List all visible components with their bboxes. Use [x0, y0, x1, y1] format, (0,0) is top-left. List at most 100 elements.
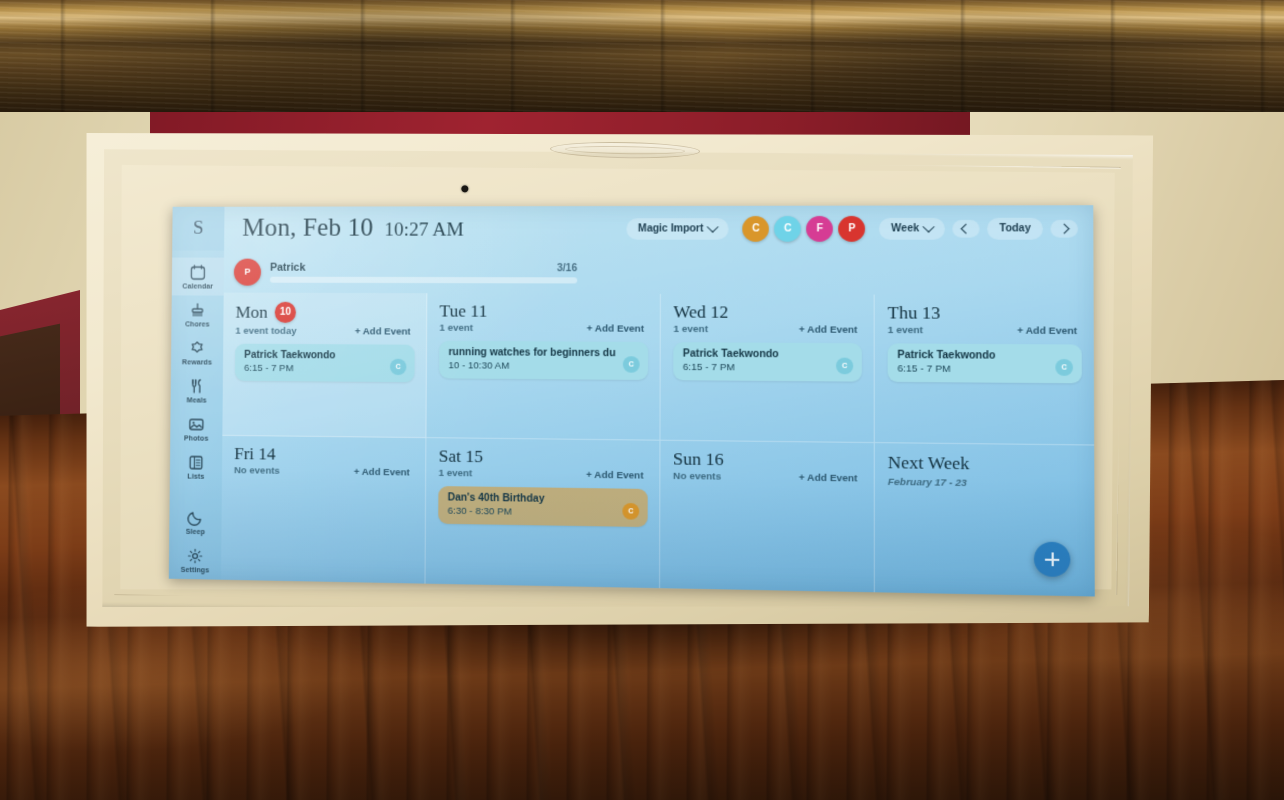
today-button[interactable]: Today — [987, 217, 1043, 240]
next-week-button[interactable] — [1050, 219, 1078, 238]
skylight-calendar-device: S Mon, Feb 10 10:27 AM Magic Import C C … — [74, 117, 1158, 646]
avatar[interactable]: C — [742, 215, 770, 242]
plus-icon — [1045, 552, 1059, 566]
day-header: Wed 12 — [673, 302, 862, 322]
day-cell[interactable]: Wed 12 1 event + Add Event Patrick Taekwond… — [660, 293, 875, 444]
day-cell[interactable]: Thu 13 1 event + Add Event Patrick Taekwond… — [874, 294, 1095, 446]
chore-member-name: Patrick — [270, 261, 306, 274]
avatar[interactable]: F — [806, 215, 834, 242]
add-event-button[interactable]: + Add Event — [587, 323, 644, 335]
moon-icon — [186, 509, 204, 527]
broom-icon — [188, 301, 206, 319]
event-time: 6:15 - 7 PM — [244, 362, 294, 375]
next-week-title: Next Week — [887, 452, 970, 474]
calendar-icon — [189, 264, 207, 282]
list-icon — [187, 453, 205, 471]
day-subheader: No events + Add Event — [673, 471, 862, 485]
wood-shelf-lip — [0, 0, 1284, 42]
today-date-badge: 10 — [274, 301, 297, 323]
event-member-avatar: C — [622, 502, 640, 520]
avatar[interactable]: P — [838, 215, 866, 242]
day-subheader: 1 event + Add Event — [439, 323, 648, 335]
sidebar-item-sleep[interactable]: Sleep — [169, 502, 221, 541]
member-avatar-list: C C F P — [742, 215, 866, 242]
sidebar-item-label: Chores — [184, 321, 210, 329]
sidebar-item-settings[interactable]: Settings — [169, 541, 222, 580]
chevron-left-icon — [960, 223, 972, 234]
day-header: Tue 11 — [439, 301, 648, 320]
sidebar-item-calendar[interactable]: Calendar — [171, 257, 225, 296]
day-subheader: 1 event today + Add Event — [235, 326, 414, 338]
add-event-button[interactable]: + Add Event — [355, 326, 411, 337]
sidebar-item-meals[interactable]: Meals — [171, 371, 223, 409]
day-event-count: 1 event — [887, 324, 924, 337]
day-subheader: No events + Add Event — [234, 465, 414, 478]
add-event-button[interactable]: + Add Event — [1017, 325, 1077, 337]
event-title: Dan's 40th Birthday — [447, 492, 545, 505]
event-member-avatar: C — [389, 358, 407, 376]
add-event-button[interactable]: + Add Event — [354, 467, 410, 479]
magic-import-button[interactable]: Magic Import — [626, 217, 729, 240]
day-subheader: 1 event + Add Event — [673, 324, 861, 336]
nav-sidebar: Calendar Chores Rewards Meals Photos Lists Sle… — [168, 250, 225, 580]
day-cell[interactable]: Sun 16 No events + Add Event — [660, 440, 875, 593]
add-event-button[interactable]: + Add Event — [799, 324, 858, 336]
event-title: Patrick Taekwondo — [244, 349, 336, 362]
day-event-count: 1 event — [438, 467, 473, 480]
event-time: 6:15 - 7 PM — [682, 361, 735, 374]
event-time: 6:15 - 7 PM — [897, 363, 951, 376]
sidebar-item-chores[interactable]: Chores — [171, 295, 223, 333]
sidebar-item-label: Rewards — [182, 359, 212, 367]
day-subheader: 1 event + Add Event — [888, 325, 1082, 337]
day-event-count: No events — [673, 470, 722, 483]
event-card[interactable]: Patrick Taekwondo 6:15 - 7 PM C — [673, 342, 862, 382]
today-label: Today — [999, 222, 1031, 234]
chore-progress-body: Patrick 3/16 — [269, 261, 578, 283]
event-card[interactable]: Patrick Taekwondo 6:15 - 7 PM C — [887, 343, 1082, 384]
device-screen: S Mon, Feb 10 10:27 AM Magic Import C C … — [168, 205, 1095, 597]
event-member-avatar: C — [1055, 359, 1073, 376]
view-mode-selector[interactable]: Week — [879, 217, 946, 240]
sidebar-item-rewards[interactable]: Rewards — [171, 333, 223, 371]
chevron-down-icon — [922, 220, 936, 233]
day-header: Thu 13 — [887, 302, 1082, 323]
prev-week-button[interactable] — [952, 219, 980, 238]
event-time: 6:30 - 8:30 PM — [447, 505, 512, 518]
day-label: Wed 12 — [673, 302, 729, 322]
day-cell[interactable]: Tue 11 1 event + Add Event running watches … — [426, 293, 661, 441]
add-event-fab[interactable] — [1033, 541, 1071, 578]
sidebar-item-label: Lists — [187, 473, 205, 481]
day-label: Sun 16 — [673, 449, 724, 470]
event-card[interactable]: Dan's 40th Birthday 6:30 - 8:30 PM C — [438, 486, 648, 528]
utensils-icon — [188, 377, 206, 395]
sidebar-item-label: Sleep — [185, 528, 205, 537]
chore-progress-bar — [269, 276, 578, 283]
day-event-count: 1 event today — [235, 325, 297, 337]
view-mode-label: Week — [891, 222, 920, 235]
header-headline: Mon, Feb 10 10:27 AM — [224, 214, 626, 243]
day-label: Thu 13 — [887, 302, 941, 323]
add-event-button[interactable]: + Add Event — [799, 472, 858, 484]
day-event-count: No events — [234, 465, 280, 477]
gear-icon — [186, 547, 204, 565]
chore-member-avatar: P — [233, 258, 262, 286]
day-label: Mon — [235, 302, 268, 322]
add-event-button[interactable]: + Add Event — [586, 470, 644, 482]
day-header: Sat 15 — [439, 446, 648, 467]
calendar-week-grid: Mon 10 1 event today + Add Event Patrick Tae… — [220, 292, 1095, 597]
event-card[interactable]: Patrick Taekwondo 6:15 - 7 PM C — [234, 343, 415, 383]
sidebar-item-lists[interactable]: Lists — [170, 447, 222, 486]
day-cell[interactable]: Fri 14 No events + Add Event — [220, 435, 427, 584]
app-logo: S — [172, 206, 225, 251]
day-cell[interactable]: Sat 15 1 event + Add Event Dan's 40th Birth… — [425, 438, 661, 589]
sidebar-item-label: Settings — [180, 566, 210, 575]
event-card[interactable]: running watches for beginners du 10 - 10:… — [439, 340, 649, 380]
chore-progress-row[interactable]: P Patrick 3/16 — [224, 251, 1094, 296]
day-cell[interactable]: Mon 10 1 event today + Add Event Patrick Tae… — [222, 292, 428, 439]
sidebar-item-photos[interactable]: Photos — [170, 409, 222, 448]
event-member-avatar: C — [622, 356, 640, 373]
day-header: Fri 14 — [234, 444, 414, 464]
top-bar: S Mon, Feb 10 10:27 AM Magic Import C C … — [172, 205, 1093, 251]
chore-progress-header: Patrick 3/16 — [270, 261, 577, 274]
avatar[interactable]: C — [774, 215, 802, 242]
